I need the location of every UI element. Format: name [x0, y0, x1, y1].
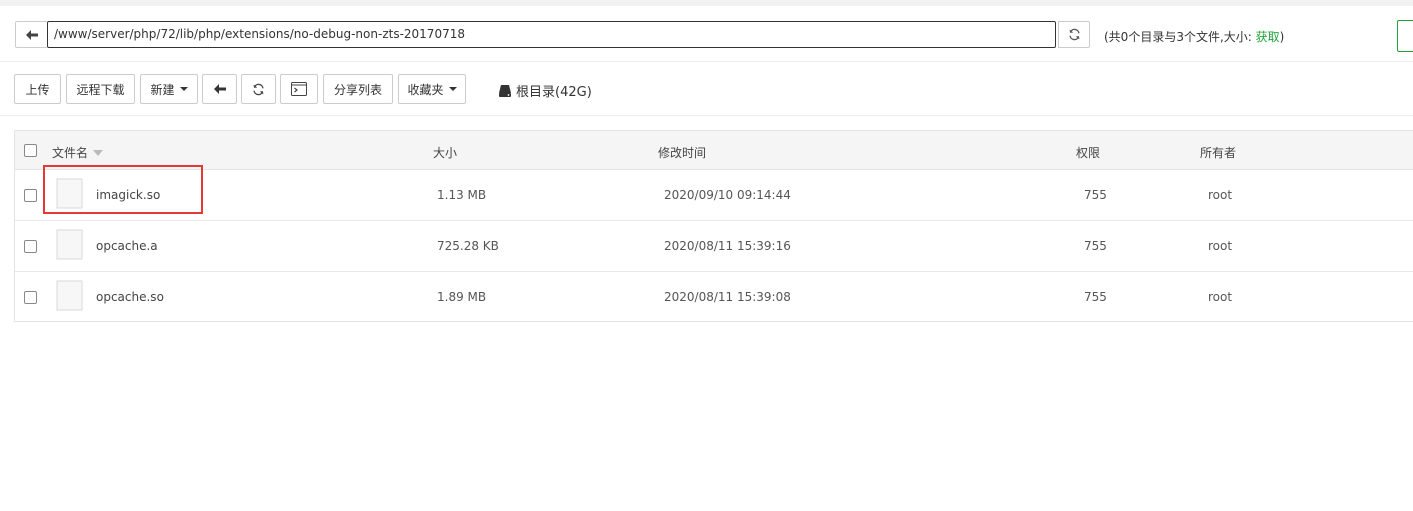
share-list-button[interactable]: 分享列表: [323, 74, 393, 104]
favorites-dropdown-button[interactable]: 收藏夹: [398, 74, 466, 104]
refresh-icon: [1068, 28, 1080, 41]
terminal-icon: [291, 82, 307, 96]
header-permission[interactable]: 权限: [1076, 144, 1100, 161]
root-directory-link[interactable]: 根目录(42G): [498, 81, 592, 100]
file-size: 1.89 MB: [437, 290, 487, 304]
file-permission[interactable]: 755: [1084, 188, 1107, 202]
path-input[interactable]: /www/server/php/72/lib/php/extensions/no…: [47, 21, 1056, 48]
row-checkbox[interactable]: [24, 240, 37, 253]
file-owner[interactable]: root: [1208, 290, 1232, 304]
file-permission[interactable]: 755: [1084, 239, 1107, 253]
table-row[interactable]: opcache.so 1.89 MB 2020/08/11 15:39:08 7…: [15, 272, 1413, 323]
row-checkbox[interactable]: [24, 291, 37, 304]
caret-down-icon: [448, 87, 457, 91]
path-refresh-button[interactable]: [1058, 21, 1090, 48]
new-dropdown-button[interactable]: 新建: [140, 74, 198, 104]
arrow-left-icon: [213, 84, 226, 94]
row-checkbox[interactable]: [24, 189, 37, 202]
header-owner[interactable]: 所有者: [1200, 144, 1236, 161]
file-modified-time: 2020/08/11 15:39:16: [664, 239, 791, 253]
file-owner[interactable]: root: [1208, 239, 1232, 253]
header-modified-time[interactable]: 修改时间: [658, 144, 706, 161]
table-row[interactable]: opcache.a 725.28 KB 2020/08/11 15:39:16 …: [15, 221, 1413, 272]
sort-caret-icon: [93, 150, 104, 156]
back-button[interactable]: [202, 74, 237, 104]
table-row[interactable]: imagick.so 1.13 MB 2020/09/10 09:14:44 7…: [15, 170, 1413, 221]
directory-info: (共0个目录与3个文件,大小: 获取): [1104, 28, 1284, 45]
table-header: 文件名 大小 修改时间 权限 所有者: [15, 131, 1413, 170]
file-modified-time: 2020/08/11 15:39:08: [664, 290, 791, 304]
highlight-box: [43, 165, 203, 214]
table-body: imagick.so 1.13 MB 2020/09/10 09:14:44 7…: [15, 170, 1413, 323]
favorites-label: 收藏夹: [407, 82, 444, 97]
file-icon: [56, 280, 83, 311]
path-bar: /www/server/php/72/lib/php/extensions/no…: [0, 6, 1413, 62]
new-label: 新建: [150, 82, 175, 97]
select-all-checkbox[interactable]: [24, 144, 37, 157]
share-list-label: 分享列表: [333, 82, 382, 97]
upload-button[interactable]: 上传: [14, 74, 61, 104]
file-permission[interactable]: 755: [1084, 290, 1107, 304]
dir-info-close: ): [1279, 30, 1285, 44]
file-name[interactable]: opcache.so: [96, 290, 164, 304]
file-modified-time: 2020/09/10 09:14:44: [664, 188, 791, 202]
refresh-button[interactable]: [241, 74, 276, 104]
file-size: 1.13 MB: [437, 188, 487, 202]
green-button-edge[interactable]: [1397, 20, 1413, 52]
drive-icon: [499, 84, 511, 97]
root-dir-label: 根目录(42G): [516, 85, 592, 100]
file-toolbar: 上传 远程下载 新建 分享列表 收藏夹 根目录(42G): [0, 62, 1413, 116]
file-size: 725.28 KB: [437, 239, 499, 253]
file-icon: [56, 229, 83, 260]
refresh-icon: [253, 83, 264, 95]
dir-size-fetch-link[interactable]: 获取: [1256, 30, 1280, 44]
dir-info-text: (共0个目录与3个文件,大小:: [1104, 30, 1256, 44]
file-owner[interactable]: root: [1208, 188, 1232, 202]
path-back-button[interactable]: [15, 21, 47, 48]
upload-label: 上传: [25, 82, 50, 97]
remote-download-label: 远程下载: [76, 82, 125, 97]
header-filename-label: 文件名: [52, 146, 89, 160]
remote-download-button[interactable]: 远程下载: [66, 74, 135, 104]
terminal-button[interactable]: [280, 74, 318, 104]
header-filename[interactable]: 文件名: [52, 144, 104, 161]
caret-down-icon: [179, 87, 188, 91]
header-size[interactable]: 大小: [433, 144, 457, 161]
arrow-left-icon: [25, 29, 38, 40]
file-table: 文件名 大小 修改时间 权限 所有者 imagick.so 1.13 MB 20…: [14, 130, 1413, 322]
file-name[interactable]: opcache.a: [96, 239, 158, 253]
